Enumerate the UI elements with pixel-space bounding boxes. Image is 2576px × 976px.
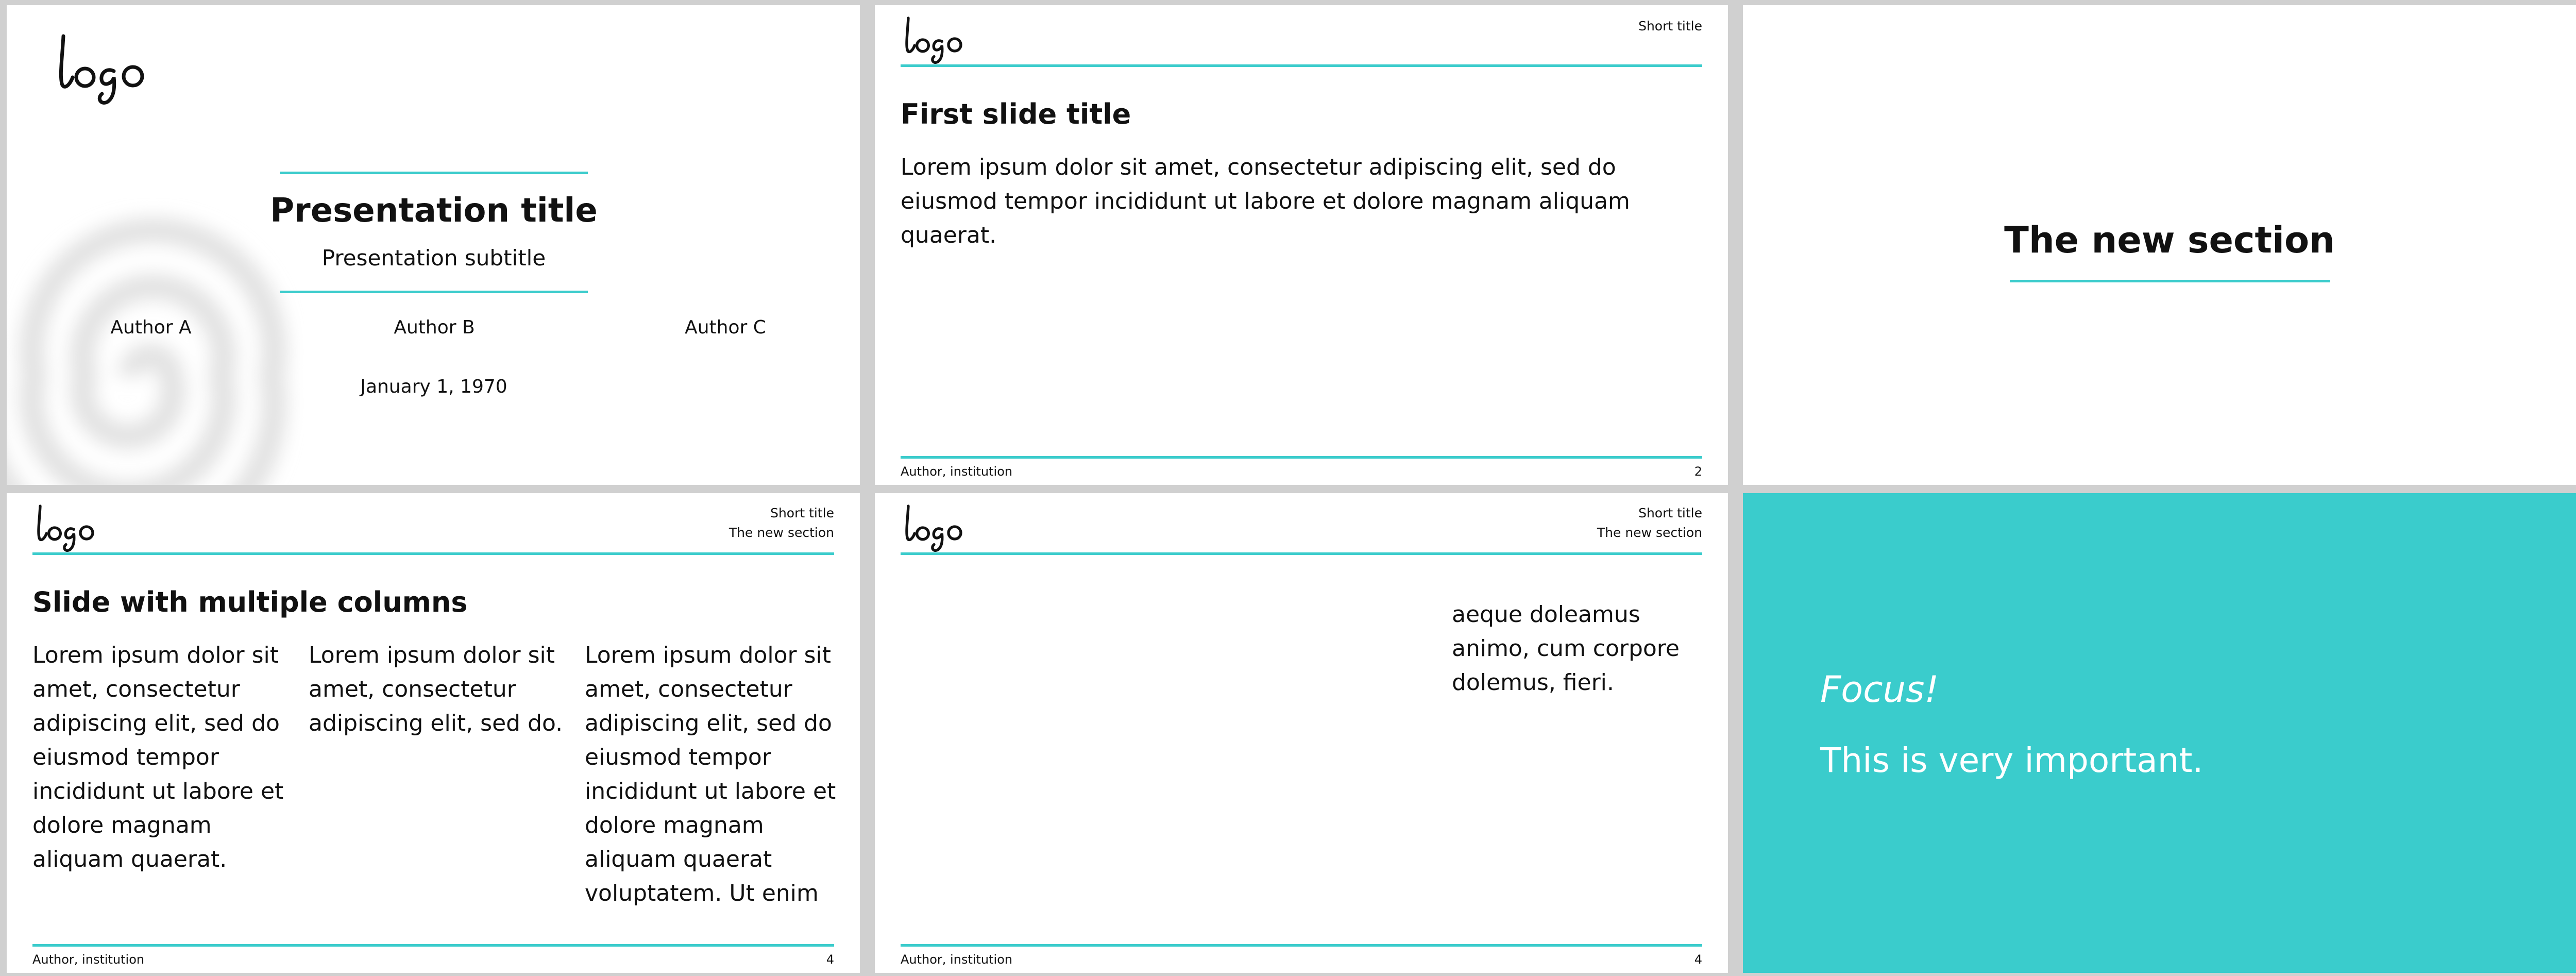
page-number: 2	[1694, 464, 1702, 479]
logo-icon	[48, 26, 156, 108]
column-1: Lorem ipsum dolor sit amet, consectetur …	[32, 642, 284, 872]
header-section-title: The new section	[1597, 525, 1702, 540]
presentation-subtitle: Presentation subtitle	[321, 245, 546, 271]
presentation-title: Presentation title	[270, 192, 598, 230]
logo-icon	[898, 498, 970, 555]
author-a: Author A	[110, 317, 192, 338]
section-title: The new section	[2004, 219, 2335, 261]
title-slide: Presentation title Presentation subtitle…	[7, 5, 860, 485]
column-3: Lorem ipsum dolor sit amet, consectetur …	[585, 642, 836, 906]
column-text: aeque doleamus animo, cum corpore dolemu…	[1452, 601, 1680, 696]
section-rule	[2010, 280, 2330, 282]
title-bottom-rule	[280, 291, 588, 293]
presentation-date: January 1, 1970	[360, 376, 507, 397]
header-rule	[901, 552, 1702, 555]
footer-author: Author, institution	[32, 952, 145, 967]
header-short-title: Short title	[1638, 19, 1702, 33]
header-block: Short title The new section	[1597, 503, 1702, 543]
slide-continued: Short title The new section aeque doleam…	[875, 493, 1728, 973]
frame-title: Slide with multiple columns	[32, 586, 468, 618]
logo-icon	[30, 498, 102, 555]
slide-focus: Focus! This is very important.	[1743, 493, 2576, 973]
header-rule	[901, 64, 1702, 67]
header-short-title: Short title	[770, 506, 834, 520]
slide-multiple-columns: Short title The new section Slide with m…	[7, 493, 860, 973]
logo-icon	[898, 10, 970, 67]
header-block: Short title The new section	[729, 503, 834, 543]
footer-author: Author, institution	[901, 464, 1013, 479]
header-rule	[32, 552, 834, 555]
author-b: Author B	[394, 317, 475, 338]
footer-rule	[901, 944, 1702, 947]
frame-title: First slide title	[901, 98, 1131, 130]
footer-rule	[32, 944, 834, 947]
slide-section: The new section	[1743, 5, 2576, 485]
title-top-rule	[280, 172, 588, 174]
focus-title: Focus!	[1820, 668, 1939, 711]
swirl-background-icon	[7, 217, 287, 485]
body-text: Lorem ipsum dolor sit amet, consectetur …	[901, 154, 1630, 248]
footer-rule	[901, 456, 1702, 459]
footer-author: Author, institution	[901, 952, 1013, 967]
page-number: 4	[826, 952, 834, 967]
slide-first: Short title First slide title Lorem ipsu…	[875, 5, 1728, 485]
header-section-title: The new section	[728, 525, 834, 540]
column-2: Lorem ipsum dolor sit amet, consectetur …	[309, 642, 563, 736]
author-c: Author C	[685, 317, 766, 338]
focus-text: This is very important.	[1820, 741, 2204, 780]
header-short-title: Short title	[1638, 506, 1702, 520]
page-number: 4	[1694, 952, 1702, 967]
